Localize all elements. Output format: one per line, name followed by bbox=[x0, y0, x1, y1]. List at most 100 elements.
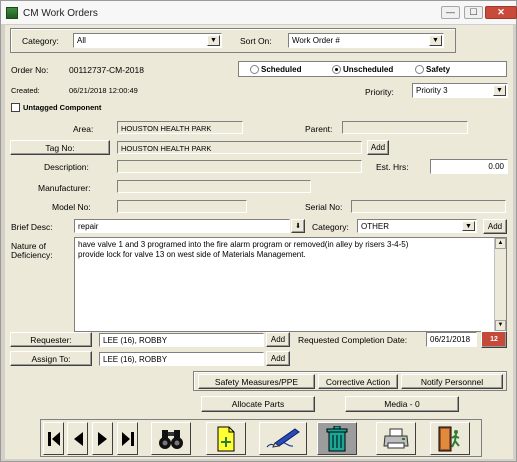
parent-field bbox=[342, 121, 468, 134]
nature-of-deficiency-textarea[interactable]: have valve 1 and 3 programed into the fi… bbox=[74, 237, 507, 332]
completion-date-input[interactable]: 06/21/2018 bbox=[426, 332, 477, 347]
model-no-field bbox=[117, 200, 247, 213]
priority-label: Priority: bbox=[365, 87, 394, 97]
binoculars-icon bbox=[159, 429, 183, 449]
completion-date-label: Requested Completion Date: bbox=[298, 335, 408, 345]
assign-to-field[interactable]: LEE (16), ROBBY bbox=[99, 352, 264, 366]
previous-record-icon bbox=[73, 431, 83, 446]
find-button[interactable] bbox=[151, 422, 191, 455]
new-document-icon bbox=[217, 426, 235, 451]
filter-category-value: All bbox=[77, 36, 86, 45]
first-record-icon bbox=[47, 431, 60, 446]
parent-label: Parent: bbox=[305, 124, 333, 134]
unscheduled-radio[interactable] bbox=[332, 65, 341, 74]
serial-no-label: Serial No: bbox=[305, 202, 343, 212]
area-label: Area: bbox=[73, 124, 94, 134]
next-record-button[interactable] bbox=[92, 422, 113, 455]
brief-desc-input[interactable]: repair bbox=[74, 219, 290, 233]
scroll-down-icon[interactable]: ▼ bbox=[495, 320, 506, 331]
manufacturer-label: Manufacturer: bbox=[38, 183, 91, 193]
unscheduled-label: Unscheduled bbox=[343, 65, 394, 74]
brief-desc-lookup-button[interactable]: ⬇ bbox=[291, 219, 305, 233]
untagged-checkbox[interactable] bbox=[11, 103, 20, 112]
add-requester-button[interactable]: Add bbox=[266, 332, 290, 347]
category-label: Category: bbox=[312, 222, 349, 232]
assign-to-button[interactable]: Assign To: bbox=[10, 351, 92, 366]
sort-on-dropdown[interactable]: Work Order # ▼ bbox=[288, 33, 444, 48]
description-field bbox=[117, 160, 362, 173]
last-record-icon bbox=[121, 431, 134, 446]
category-dropdown[interactable]: OTHER ▼ bbox=[357, 219, 477, 233]
nature-line-1: have valve 1 and 3 programed into the fi… bbox=[78, 240, 409, 249]
title-bar: CM Work Orders — ☐ ✕ bbox=[1, 1, 517, 25]
print-button[interactable] bbox=[376, 422, 416, 455]
sort-on-value: Work Order # bbox=[292, 36, 340, 45]
area-field: HOUSTON HEALTH PARK bbox=[117, 121, 243, 134]
down-arrow-icon: ⬇ bbox=[295, 223, 301, 230]
new-order-button[interactable] bbox=[206, 422, 246, 455]
safety-radio[interactable] bbox=[415, 65, 424, 74]
category-value: OTHER bbox=[361, 222, 389, 231]
manufacturer-field bbox=[117, 180, 311, 193]
signature-pen-icon bbox=[266, 427, 300, 448]
close-button[interactable]: ✕ bbox=[485, 6, 517, 19]
tag-no-field: HOUSTON HEALTH PARK bbox=[117, 141, 362, 154]
scroll-up-icon[interactable]: ▲ bbox=[495, 238, 506, 249]
app-icon bbox=[6, 7, 18, 19]
last-record-button[interactable] bbox=[117, 422, 138, 455]
untagged-label: Untagged Component bbox=[23, 103, 102, 112]
priority-dropdown[interactable]: Priority 3 ▼ bbox=[412, 83, 508, 98]
est-hrs-label: Est. Hrs: bbox=[376, 162, 409, 172]
chevron-down-icon[interactable]: ▼ bbox=[462, 221, 475, 231]
est-hrs-input[interactable]: 0.00 bbox=[430, 159, 508, 174]
cm-work-orders-window: CM Work Orders — ☐ ✕ Category: All ▼ Sor… bbox=[0, 0, 517, 462]
trash-can-icon bbox=[326, 425, 348, 451]
minimize-button[interactable]: — bbox=[441, 6, 460, 19]
requester-field[interactable]: LEE (16), ROBBY bbox=[99, 333, 264, 347]
safety-measures-button[interactable]: Safety Measures/PPE bbox=[198, 374, 315, 389]
sign-button[interactable] bbox=[259, 422, 307, 455]
first-record-button[interactable] bbox=[43, 422, 64, 455]
scheduled-label: Scheduled bbox=[261, 65, 302, 74]
sort-on-label: Sort On: bbox=[240, 36, 272, 46]
requester-button[interactable]: Requester: bbox=[10, 332, 92, 347]
printer-icon bbox=[383, 428, 409, 448]
maximize-button[interactable]: ☐ bbox=[464, 6, 483, 19]
notify-personnel-button[interactable]: Notify Personnel bbox=[401, 374, 503, 389]
allocate-parts-button[interactable]: Allocate Parts bbox=[201, 396, 315, 412]
order-no-value: 00112737-CM-2018 bbox=[69, 65, 144, 75]
delete-button[interactable] bbox=[317, 422, 357, 455]
created-label: Created: bbox=[11, 86, 40, 95]
calendar-button[interactable]: 12 bbox=[481, 331, 507, 348]
nature-line-2: provide lock for valve 13 on west side o… bbox=[78, 250, 306, 259]
created-value: 06/21/2018 12:00:49 bbox=[69, 86, 138, 95]
add-assignee-button[interactable]: Add bbox=[266, 351, 290, 366]
brief-desc-label: Brief Desc: bbox=[11, 222, 53, 232]
nature-label-line-2: Deficiency: bbox=[11, 250, 53, 260]
next-record-icon bbox=[97, 431, 107, 446]
filter-category-dropdown[interactable]: All ▼ bbox=[73, 33, 222, 48]
chevron-down-icon[interactable]: ▼ bbox=[207, 35, 220, 46]
record-toolbar bbox=[40, 419, 482, 457]
media-button[interactable]: Media - 0 bbox=[345, 396, 459, 412]
previous-record-button[interactable] bbox=[67, 422, 88, 455]
description-label: Description: bbox=[44, 162, 89, 172]
add-category-button[interactable]: Add bbox=[483, 219, 507, 234]
chevron-down-icon[interactable]: ▼ bbox=[429, 35, 442, 46]
serial-no-field bbox=[351, 200, 506, 213]
filter-category-label: Category: bbox=[22, 36, 59, 46]
priority-value: Priority 3 bbox=[416, 86, 448, 95]
order-no-label: Order No: bbox=[11, 65, 49, 75]
corrective-action-button[interactable]: Corrective Action bbox=[318, 374, 398, 389]
model-no-label: Model No: bbox=[52, 202, 91, 212]
safety-label: Safety bbox=[426, 65, 451, 74]
vertical-scrollbar[interactable]: ▲ ▼ bbox=[494, 238, 506, 331]
chevron-down-icon[interactable]: ▼ bbox=[493, 85, 506, 96]
tag-no-button[interactable]: Tag No: bbox=[10, 140, 110, 155]
exit-door-icon bbox=[438, 426, 460, 451]
form-body: Category: All ▼ Sort On: Work Order # ▼ … bbox=[5, 25, 513, 459]
add-tag-button[interactable]: Add bbox=[367, 140, 389, 155]
exit-button[interactable] bbox=[430, 422, 470, 455]
scheduled-radio[interactable] bbox=[250, 65, 259, 74]
window-title: CM Work Orders bbox=[23, 8, 98, 19]
